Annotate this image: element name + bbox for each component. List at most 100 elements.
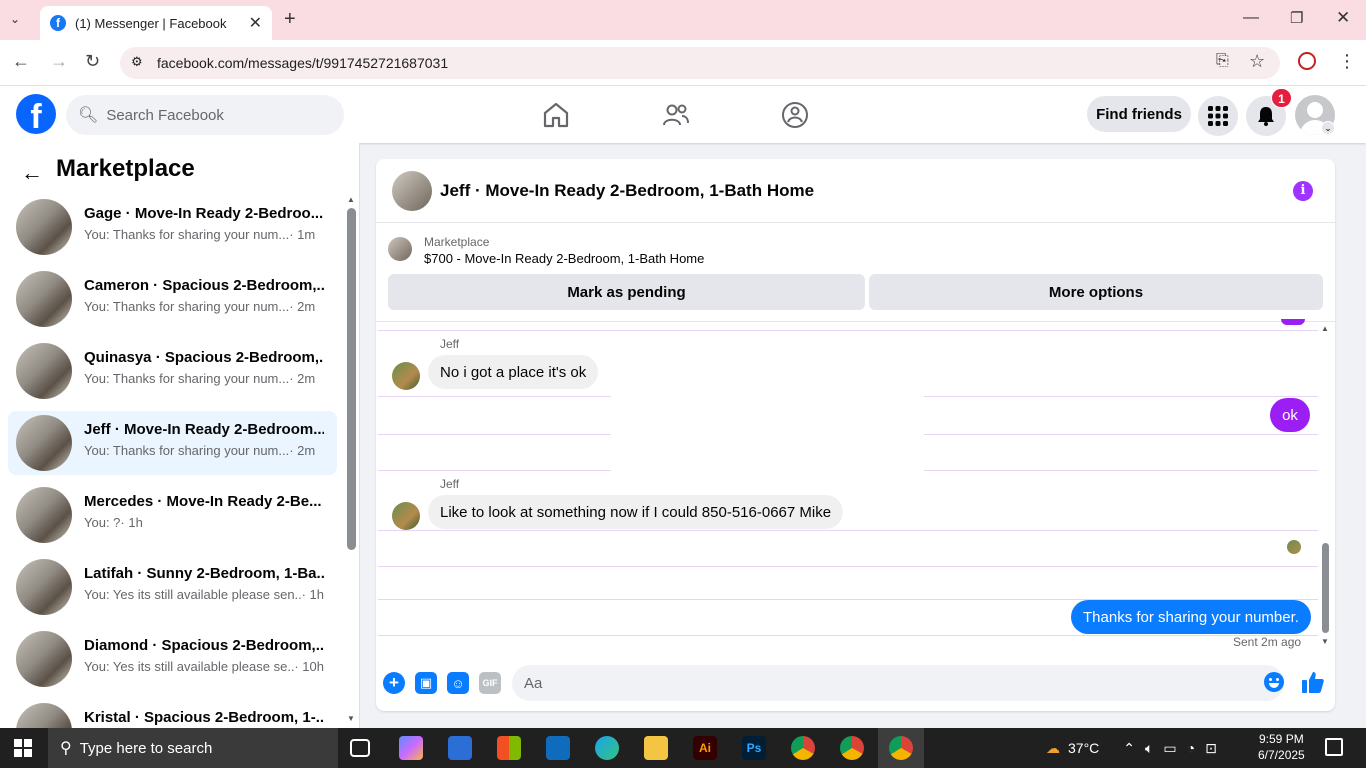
new-tab-icon[interactable]: + xyxy=(284,8,296,31)
browser-menu-icon[interactable]: ⋮ xyxy=(1338,51,1356,72)
conversation-name: Mercedes · Move-In Ready 2-Be... xyxy=(84,493,322,510)
conversation-snippet: You: Yes its still available please sen.… xyxy=(84,587,302,602)
outlook-icon[interactable] xyxy=(546,736,570,760)
site-info-icon[interactable]: ⚙ xyxy=(131,54,143,70)
address-bar-row: ← → ↻ ⚙ facebook.com/messages/t/99174527… xyxy=(0,40,1366,86)
home-icon[interactable] xyxy=(541,100,571,130)
conversation-time: · 1m xyxy=(289,227,316,242)
groups-icon[interactable] xyxy=(780,100,810,130)
photo-icon[interactable]: ▣ xyxy=(415,672,437,694)
battery-icon[interactable]: ▭ xyxy=(1163,740,1176,757)
taskbar-search[interactable]: ⚲ Type here to search xyxy=(48,728,338,768)
friends-icon[interactable] xyxy=(661,100,691,130)
conversation-item[interactable]: Mercedes · Move-In Ready 2-Be... You: ? … xyxy=(8,483,337,547)
minimize-icon[interactable]: — xyxy=(1243,9,1259,27)
chrome-icon[interactable] xyxy=(889,736,913,760)
message-input[interactable]: Aa xyxy=(512,665,1284,701)
notification-badge: 1 xyxy=(1271,88,1292,108)
plus-icon[interactable]: + xyxy=(383,672,405,694)
browser-tab[interactable]: f (1) Messenger | Facebook ✕ xyxy=(40,6,272,40)
conversation-snippet: You: Thanks for sharing your num... xyxy=(84,443,290,458)
more-options-button[interactable]: More options xyxy=(869,274,1323,310)
facebook-logo-icon[interactable]: f xyxy=(16,94,56,134)
scroll-up-icon[interactable]: ▲ xyxy=(1321,324,1329,333)
search-placeholder: Search Facebook xyxy=(106,106,224,124)
clock-time: 9:59 PM xyxy=(1259,732,1304,746)
notification-center-icon[interactable] xyxy=(1325,738,1343,756)
show-hidden-icons-icon[interactable]: ⌃ xyxy=(1123,740,1135,757)
conversation-name: Kristal · Spacious 2-Bedroom, 1-... xyxy=(84,709,324,726)
back-icon[interactable]: ← xyxy=(12,51,30,72)
search-field[interactable]: 🔍︎ Search Facebook xyxy=(66,95,344,135)
gif-icon[interactable]: GIF xyxy=(479,672,501,694)
taskbar-search-placeholder: Type here to search xyxy=(79,739,213,757)
divider xyxy=(924,396,1318,397)
conversation-name: Gage · Move-In Ready 2-Bedroo... xyxy=(84,205,324,222)
outgoing-message[interactable]: ok xyxy=(1270,398,1310,432)
listing-title: $700 - Move-In Ready 2-Bedroom, 1-Bath H… xyxy=(424,251,705,266)
chrome-icon[interactable] xyxy=(791,736,815,760)
scroll-up-icon[interactable]: ▲ xyxy=(347,195,355,204)
scroll-down-icon[interactable]: ▼ xyxy=(347,714,355,723)
tab-close-icon[interactable]: ✕ xyxy=(249,13,262,33)
conversation-snippet: You: Thanks for sharing your num... xyxy=(84,299,290,314)
sender-avatar xyxy=(392,362,420,390)
volume-icon[interactable]: 🔈︎ xyxy=(1145,740,1153,757)
chat-scrollbar[interactable] xyxy=(1322,543,1329,633)
bookmark-star-icon[interactable]: ☆ xyxy=(1249,51,1265,72)
account-chevron-icon[interactable]: ⌄ xyxy=(1321,121,1335,135)
listing-thumbnail xyxy=(16,703,72,728)
outgoing-message[interactable]: Thanks for sharing your number. xyxy=(1071,600,1311,634)
like-thumb-icon[interactable] xyxy=(1301,670,1325,694)
task-view-icon[interactable] xyxy=(350,739,370,757)
conversation-item-active[interactable]: Jeff · Move-In Ready 2-Bedroom... You: T… xyxy=(8,411,337,475)
profile-icon[interactable] xyxy=(1298,52,1316,70)
info-icon[interactable]: i xyxy=(1293,181,1313,201)
conversation-name: Jeff · Move-In Ready 2-Bedroom... xyxy=(84,421,324,438)
chrome-icon[interactable] xyxy=(840,736,864,760)
scroll-down-icon[interactable]: ▼ xyxy=(1321,637,1329,646)
conversation-item[interactable]: Cameron · Spacious 2-Bedroom,... You: Th… xyxy=(8,267,337,331)
illustrator-icon[interactable]: Ai xyxy=(693,736,717,760)
incoming-message[interactable]: No i got a place it's ok xyxy=(428,355,599,389)
conversation-name: Quinasya · Spacious 2-Bedroom,... xyxy=(84,349,324,366)
conversation-item[interactable]: Gage · Move-In Ready 2-Bedroo... You: Th… xyxy=(8,195,337,259)
incoming-message[interactable]: Like to look at something now if I could… xyxy=(428,495,844,529)
listing-thumbnail xyxy=(16,487,72,543)
app-icon[interactable] xyxy=(448,736,472,760)
windows-start-icon[interactable] xyxy=(14,739,32,757)
find-friends-button[interactable]: Find friends xyxy=(1087,96,1191,132)
listing-summary[interactable]: Marketplace $700 - Move-In Ready 2-Bedro… xyxy=(388,235,718,267)
sender-avatar xyxy=(392,502,420,530)
photoshop-icon[interactable]: Ps xyxy=(742,736,766,760)
conversation-item[interactable]: Kristal · Spacious 2-Bedroom, 1-... xyxy=(8,699,337,728)
tab-list-icon[interactable]: ⌄ xyxy=(10,12,20,26)
chat-listing-avatar xyxy=(392,171,432,211)
sticker-icon[interactable]: ☺ xyxy=(447,672,469,694)
listing-source: Marketplace xyxy=(424,235,490,249)
emoji-eye xyxy=(1269,678,1272,681)
file-explorer-icon[interactable] xyxy=(644,736,668,760)
store-icon[interactable] xyxy=(497,736,521,760)
taskbar-clock[interactable]: 9:59 PM 6/7/2025 xyxy=(1258,731,1305,763)
message-composer: + ▣ ☺ GIF Aa xyxy=(376,662,1335,710)
edge-icon[interactable] xyxy=(595,736,619,760)
install-app-icon[interactable]: ⎘ xyxy=(1216,52,1229,70)
url-field[interactable]: ⚙ facebook.com/messages/t/99174527216870… xyxy=(120,47,1280,79)
forward-icon[interactable]: → xyxy=(50,51,68,72)
conversation-item[interactable]: Quinasya · Spacious 2-Bedroom,... You: T… xyxy=(8,339,337,403)
sidebar-scrollbar[interactable] xyxy=(347,208,356,550)
reload-icon[interactable]: ↻ xyxy=(85,51,100,72)
marketplace-sidebar: ← Marketplace Gage · Move-In Ready 2-Bed… xyxy=(0,143,360,728)
restore-icon[interactable]: ❐ xyxy=(1290,9,1303,27)
wifi-icon[interactable]: ◔ xyxy=(1187,740,1195,756)
mark-as-pending-button[interactable]: Mark as pending xyxy=(388,274,865,310)
display-icon[interactable]: ⊡ xyxy=(1205,740,1217,757)
back-arrow-icon[interactable]: ← xyxy=(21,160,43,186)
window-close-icon[interactable]: ✕ xyxy=(1336,8,1350,28)
menu-button[interactable] xyxy=(1198,96,1238,136)
conversation-item[interactable]: Latifah · Sunny 2-Bedroom, 1-Ba... You: … xyxy=(8,555,337,619)
emoji-icon[interactable] xyxy=(1264,672,1284,692)
copilot-icon[interactable] xyxy=(399,736,423,760)
conversation-item[interactable]: Diamond · Spacious 2-Bedroom,... You: Ye… xyxy=(8,627,337,691)
